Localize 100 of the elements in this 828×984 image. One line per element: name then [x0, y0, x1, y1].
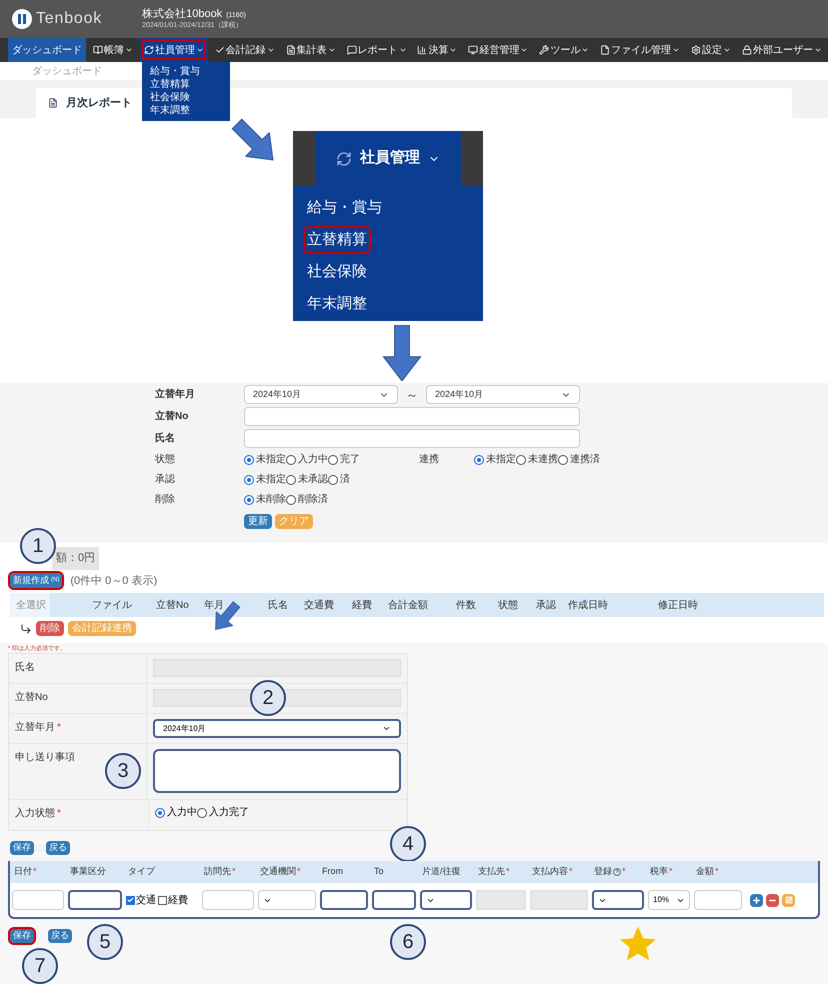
add-row-button[interactable]: [750, 894, 763, 906]
radio-button[interactable]: [286, 474, 296, 484]
radio-button[interactable]: [155, 808, 165, 818]
checkbox[interactable]: [158, 896, 167, 904]
column-header: 年月: [203, 598, 225, 612]
checkbox[interactable]: [126, 896, 135, 904]
radio-label: 未削除: [256, 492, 286, 507]
caret-icon: [382, 724, 391, 733]
dark-edge: [293, 131, 315, 186]
menu-item[interactable]: 立替精算: [305, 228, 369, 252]
nav-tab[interactable]: ファイル管理: [596, 38, 684, 62]
menu-item[interactable]: 立替精算: [150, 79, 222, 91]
radio-label: 未承認: [298, 472, 328, 487]
required-mark: *: [297, 865, 301, 878]
menu-item[interactable]: 社会保険: [305, 260, 369, 284]
radio-button[interactable]: [558, 454, 568, 464]
chat-icon: [346, 45, 357, 55]
nav-tab[interactable]: 設定: [687, 38, 736, 62]
callout-number: 5: [87, 924, 123, 960]
card-title: 月次レポート: [66, 96, 132, 111]
menu-item[interactable]: 年末調整: [305, 292, 369, 316]
nav-tab[interactable]: レポート: [342, 38, 411, 62]
radio-button[interactable]: [328, 474, 338, 484]
column-header: 件数: [455, 598, 477, 612]
required-mark: *: [232, 865, 236, 878]
nav-tab[interactable]: 外部ユーザー: [738, 38, 826, 62]
column-header: 事業区分: [70, 865, 106, 878]
menu-item[interactable]: 社会保険: [150, 92, 222, 104]
select-field[interactable]: 10%: [648, 890, 690, 910]
radio-label: 完了: [340, 452, 360, 467]
input-field[interactable]: [320, 890, 368, 910]
menu-item[interactable]: 給与・賞与: [150, 66, 222, 78]
field-label: 氏名: [155, 432, 176, 446]
radio-button[interactable]: [474, 454, 484, 464]
input-field[interactable]: [68, 890, 122, 910]
radio-label: 未指定: [256, 452, 286, 467]
column-header: タイプ: [128, 865, 155, 878]
radio-button[interactable]: [244, 494, 254, 504]
nav-tab[interactable]: 帳簿: [88, 38, 137, 62]
action-button[interactable]: 削除: [36, 621, 64, 636]
column-header: To: [374, 865, 384, 878]
return-arrow-icon: [20, 622, 32, 634]
column-header: 日付: [14, 865, 32, 878]
refresh-icon: [144, 45, 154, 55]
column-header: 訪問先: [204, 865, 231, 878]
filter-button[interactable]: 更新: [244, 514, 272, 529]
radio-label: 連携済: [570, 452, 600, 467]
radio-button[interactable]: [328, 454, 338, 464]
nav-tab[interactable]: 経営管理: [464, 38, 532, 62]
arrow-icon: [382, 325, 422, 381]
form-button[interactable]: 戻る: [48, 929, 72, 943]
menu-item[interactable]: 年末調整: [150, 105, 222, 117]
callout-number: 4: [390, 826, 426, 862]
select-field[interactable]: [420, 890, 472, 910]
radio-label: 未指定: [486, 452, 516, 467]
remove-row-button[interactable]: [766, 894, 779, 906]
company-name: 株式会社10book: [142, 8, 222, 21]
field-label: 入力状態: [15, 808, 55, 819]
menu-item[interactable]: 給与・賞与: [305, 196, 384, 220]
radio-button[interactable]: [244, 454, 254, 464]
radio-button[interactable]: [286, 454, 296, 464]
book-icon: [92, 45, 103, 55]
nav-tab[interactable]: ダッシュボード: [8, 38, 86, 62]
form-button[interactable]: 保存: [10, 841, 34, 855]
column-header: 作成日時: [567, 598, 609, 612]
callout-number: 6: [390, 924, 426, 960]
column-header: 合計金額: [387, 598, 429, 612]
radio-button[interactable]: [197, 808, 207, 818]
nav-tab[interactable]: 決算: [413, 38, 462, 62]
required-mark: *: [622, 865, 626, 878]
logo-icon: [12, 9, 32, 29]
input-field[interactable]: [372, 890, 416, 910]
required-mark: *: [33, 865, 37, 878]
form-button[interactable]: 戻る: [46, 841, 70, 855]
select-field[interactable]: 2024年10月: [426, 385, 580, 404]
column-header: 承認: [535, 598, 557, 612]
column-header: From: [322, 865, 343, 878]
radio-button[interactable]: [244, 474, 254, 484]
radio-button[interactable]: [286, 494, 296, 504]
field-label: 削除: [155, 492, 176, 507]
check-icon: [127, 896, 134, 904]
radio-label: 入力中: [167, 806, 197, 820]
field-label: 氏名: [15, 662, 35, 673]
text-area[interactable]: [153, 749, 401, 793]
nav-tab[interactable]: ツール: [535, 38, 594, 62]
column-header: 立替No: [155, 598, 190, 612]
nav-tab[interactable]: 集計表: [282, 38, 340, 62]
field-label: 状態: [155, 452, 176, 467]
select-field[interactable]: 2024年10月: [153, 719, 401, 738]
form-button[interactable]: 保存: [10, 929, 34, 943]
column-header: 状態: [497, 598, 519, 612]
radio-label: 未連携: [528, 452, 558, 467]
select-field[interactable]: [592, 890, 644, 910]
field-label: 立替No: [15, 692, 48, 703]
select-field[interactable]: 2024年10月: [244, 385, 398, 404]
lock-icon: [742, 45, 752, 55]
nav-tab[interactable]: 社員管理: [140, 38, 208, 62]
monitor-icon: [468, 45, 478, 55]
radio-button[interactable]: [516, 454, 526, 464]
nav-tab[interactable]: 会計記録: [210, 38, 279, 62]
